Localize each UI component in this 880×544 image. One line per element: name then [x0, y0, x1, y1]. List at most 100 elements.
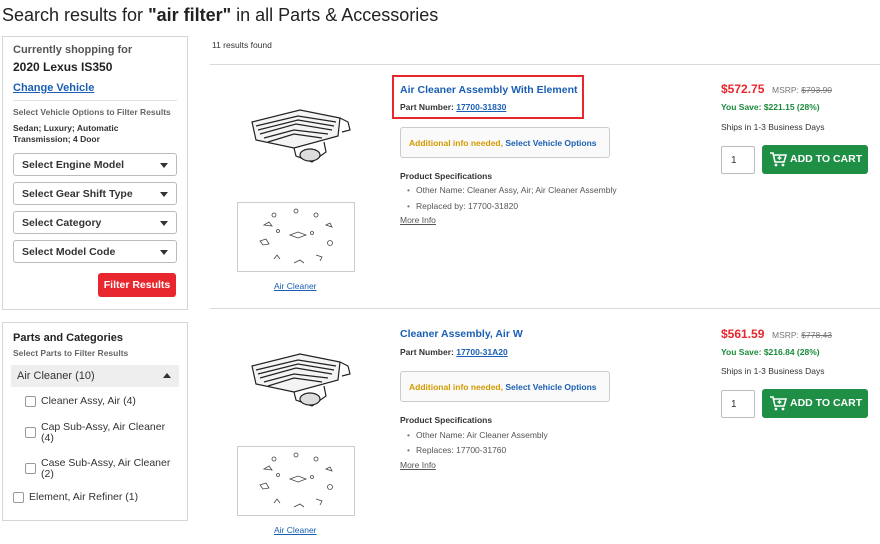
part-number: Part Number: 17700-31A20: [400, 347, 508, 357]
filter-checkbox-item[interactable]: Cap Sub-Assy, Air Cleaner (4): [25, 422, 177, 454]
parts-categories-panel: Parts and Categories Select Parts to Fil…: [2, 322, 188, 521]
change-vehicle-link[interactable]: Change Vehicle: [13, 82, 177, 94]
result-divider: [210, 64, 880, 65]
parts-title: Parts and Categories: [13, 332, 124, 344]
spec-line: • Other Name: Cleaner Assy, Air; Air Clea…: [407, 185, 617, 195]
select-label: Select Category: [22, 217, 102, 229]
air-cleaner-image[interactable]: [238, 344, 358, 414]
price: $572.75: [721, 82, 765, 96]
vehicle-options-line: Transmission; 4 Door: [13, 134, 100, 144]
price: $561.59: [721, 327, 765, 341]
checkbox[interactable]: [25, 396, 36, 407]
parts-diagram-icon: [259, 208, 333, 264]
item-count: (2): [41, 468, 54, 480]
image-caption-link[interactable]: Air Cleaner: [274, 525, 317, 535]
vehicle-filter-panel: Currently shopping for 2020 Lexus IS350 …: [2, 36, 188, 310]
add-to-cart-button[interactable]: ADD TO CART: [762, 389, 868, 418]
spec-text: Replaces: 17700-31760: [415, 445, 507, 455]
msrp: MSRP: $778.43: [772, 330, 832, 340]
product-title-link[interactable]: Cleaner Assembly, Air W: [400, 328, 523, 340]
you-save: You Save: $216.84 (28%): [721, 347, 820, 357]
title-suffix: in all Parts & Accessories: [231, 5, 439, 25]
item-label: Element, Air Refiner (1): [29, 491, 139, 503]
item-label: Cap Sub-Assy, Air Cleaner: [41, 421, 166, 433]
checkbox[interactable]: [25, 463, 36, 474]
item-label: Case Sub-Assy, Air Cleaner: [41, 457, 171, 469]
spec-line: • Replaces: 17700-31760: [407, 445, 507, 455]
gear-shift-select[interactable]: Select Gear Shift Type: [13, 182, 177, 205]
shipping-info: Ships in 1-3 Business Days: [721, 122, 825, 132]
filter-hint: Select Vehicle Options to Filter Results: [13, 107, 171, 117]
page-title: Search results for "air filter" in all P…: [2, 5, 438, 26]
checkbox[interactable]: [25, 427, 36, 438]
info-needed-text: Additional info needed,: [409, 138, 506, 148]
select-label: Select Model Code: [22, 246, 116, 258]
msrp-value: $793.90: [801, 85, 833, 95]
spec-title: Product Specifications: [400, 171, 493, 181]
result-divider: [210, 308, 880, 309]
more-info-link[interactable]: More Info: [400, 215, 436, 225]
caret-up-icon: [163, 373, 171, 378]
caret-down-icon: [160, 163, 168, 168]
spec-text: Other Name: Cleaner Assy, Air; Air Clean…: [415, 185, 617, 195]
part-number: Part Number: 17700-31830: [400, 102, 506, 112]
model-code-select[interactable]: Select Model Code: [13, 240, 177, 263]
msrp: MSRP: $793.90: [772, 85, 832, 95]
image-caption-link[interactable]: Air Cleaner: [274, 281, 317, 291]
diagram-thumbnail[interactable]: [237, 202, 355, 272]
product-title-link[interactable]: Air Cleaner Assembly With Element: [400, 84, 578, 96]
spec-title: Product Specifications: [400, 415, 493, 425]
spec-text: Other Name: Air Cleaner Assembly: [415, 430, 548, 440]
vehicle-options-line: Sedan; Luxury; Automatic: [13, 123, 119, 133]
highlight-annotation: [392, 75, 584, 119]
diagram-thumbnail[interactable]: [237, 446, 355, 516]
category-select[interactable]: Select Category: [13, 211, 177, 234]
cart-icon: [770, 396, 787, 411]
spec-text: Replaced by: 17700-31820: [415, 201, 519, 211]
add-to-cart-button[interactable]: ADD TO CART: [762, 145, 868, 174]
filter-checkbox-item[interactable]: Case Sub-Assy, Air Cleaner (2): [25, 458, 177, 490]
caret-down-icon: [160, 221, 168, 226]
select-vehicle-options-link[interactable]: Select Vehicle Options: [505, 138, 596, 148]
vehicle-name: 2020 Lexus IS350: [13, 60, 113, 74]
select-label: Select Engine Model: [22, 159, 125, 171]
msrp-value: $778.43: [801, 330, 833, 340]
part-number-link[interactable]: 17700-31A20: [456, 347, 508, 357]
filter-checkbox-item[interactable]: Element, Air Refiner (1): [13, 492, 177, 506]
filter-results-button[interactable]: Filter Results: [98, 273, 176, 297]
air-cleaner-image[interactable]: [238, 100, 358, 170]
title-prefix: Search results for: [2, 5, 149, 25]
filter-checkbox-item[interactable]: Cleaner Assy, Air (4): [25, 396, 177, 418]
quantity-input[interactable]: [721, 390, 755, 418]
part-number-link[interactable]: 17700-31830: [456, 102, 506, 112]
divider: [13, 100, 177, 101]
part-number-label: Part Number:: [400, 347, 457, 357]
select-vehicle-options-link[interactable]: Select Vehicle Options: [505, 382, 596, 392]
checkbox[interactable]: [13, 492, 24, 503]
quantity-input[interactable]: [721, 146, 755, 174]
category-air-cleaner[interactable]: Air Cleaner (10): [11, 365, 179, 387]
caret-down-icon: [160, 250, 168, 255]
results-count: 11 results found: [212, 40, 272, 50]
shopping-label: Currently shopping for: [13, 44, 133, 56]
cart-icon: [770, 152, 787, 167]
category-label: Air Cleaner (10): [17, 370, 95, 382]
msrp-label: MSRP:: [772, 330, 802, 340]
cart-label: ADD TO CART: [790, 153, 863, 165]
msrp-label: MSRP:: [772, 85, 802, 95]
item-label: Cleaner Assy, Air (4): [41, 395, 136, 407]
select-label: Select Gear Shift Type: [22, 188, 133, 200]
spec-line: • Replaced by: 17700-31820: [407, 201, 519, 211]
additional-info-box: Additional info needed, Select Vehicle O…: [400, 127, 610, 158]
item-count: (4): [41, 432, 54, 444]
you-save: You Save: $221.15 (28%): [721, 102, 820, 112]
parts-subtitle: Select Parts to Filter Results: [13, 348, 129, 358]
engine-model-select[interactable]: Select Engine Model: [13, 153, 177, 176]
additional-info-box: Additional info needed, Select Vehicle O…: [400, 371, 610, 402]
vehicle-options: Sedan; Luxury; Automatic Transmission; 4…: [13, 123, 177, 145]
caret-down-icon: [160, 192, 168, 197]
cart-label: ADD TO CART: [790, 397, 863, 409]
more-info-link[interactable]: More Info: [400, 460, 436, 470]
part-number-label: Part Number:: [400, 102, 457, 112]
spec-line: • Other Name: Air Cleaner Assembly: [407, 430, 548, 440]
